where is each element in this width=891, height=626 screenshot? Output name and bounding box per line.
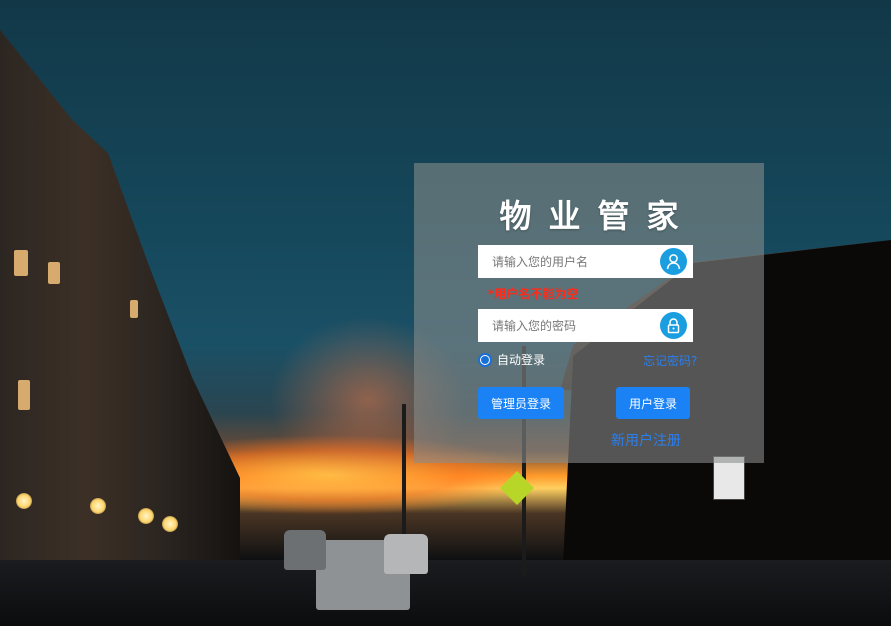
- forgot-password-link[interactable]: 忘记密码?: [643, 352, 697, 369]
- username-input[interactable]: [478, 245, 664, 278]
- street-lamp: [16, 493, 32, 509]
- car: [284, 530, 326, 570]
- street: [0, 560, 891, 626]
- building-window: [48, 262, 60, 284]
- user-icon: [660, 248, 687, 275]
- auto-login-label: 自动登录: [497, 353, 546, 367]
- auto-login-option[interactable]: 自动登录: [478, 351, 545, 368]
- building-window: [14, 250, 28, 276]
- username-error-message: *用户名不能为空: [488, 287, 579, 301]
- auto-login-radio[interactable]: [478, 352, 492, 367]
- lamp-post: [402, 404, 406, 534]
- car: [384, 534, 428, 574]
- street-lamp: [162, 516, 178, 532]
- building-window: [18, 380, 30, 410]
- admin-login-button[interactable]: 管理员登录: [478, 387, 564, 419]
- street-lamp: [90, 498, 106, 514]
- password-field: [478, 309, 693, 342]
- username-field: [478, 245, 693, 278]
- login-panel: 物业管家 *用户名不能为空 自动登录 忘记密码? 管理员登录 用户登录 新用户注…: [414, 163, 764, 463]
- register-link[interactable]: 新用户注册: [611, 430, 681, 450]
- app-title: 物业管家: [499, 197, 696, 235]
- password-input[interactable]: [478, 309, 664, 342]
- user-login-button[interactable]: 用户登录: [616, 387, 690, 419]
- lock-icon: [660, 312, 687, 339]
- street-lamp: [138, 508, 154, 524]
- building-window: [130, 300, 138, 318]
